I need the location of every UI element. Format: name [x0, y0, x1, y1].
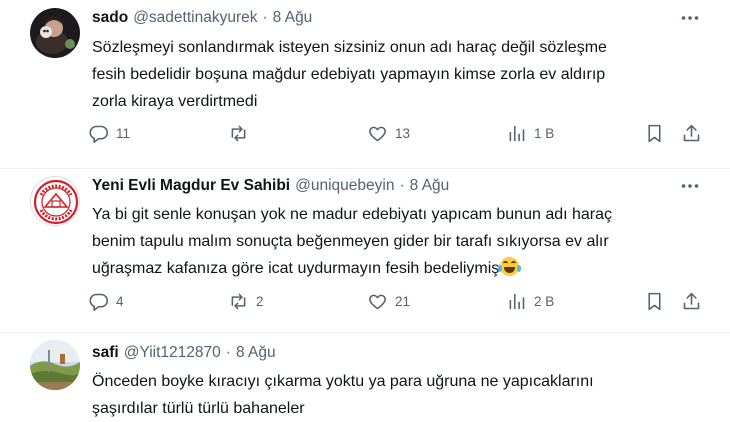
more-dots-icon: [681, 16, 699, 20]
bookmark-icon: [648, 292, 661, 310]
tweet-text-line: uğraşmaz kafanıza göre icat uydurmayın f…: [92, 255, 712, 282]
author-name[interactable]: sado: [92, 9, 128, 27]
reply-count: 11: [116, 125, 131, 141]
author-handle[interactable]: @sadettinakyurek: [133, 9, 257, 27]
reply-count: 4: [116, 293, 124, 309]
tweet[interactable]: Yeni Evli Magdur Ev Sahibi @uniquebeyin …: [0, 169, 730, 330]
repost-button[interactable]: [228, 118, 256, 148]
separator-dot: ·: [262, 9, 268, 26]
views-count: 2 B: [534, 293, 555, 309]
tweet-timestamp[interactable]: 8 Ağu: [236, 344, 276, 362]
tweet-actions: 4 2 21 2 B: [88, 286, 718, 316]
like-count: 13: [395, 125, 411, 141]
share-button[interactable]: [681, 118, 702, 148]
like-button[interactable]: 13: [367, 118, 410, 148]
heart-icon: [369, 126, 386, 141]
author-handle[interactable]: @Yiit1212870: [124, 344, 221, 362]
reply-icon: [89, 125, 109, 143]
reply-button[interactable]: 4: [88, 286, 124, 316]
tweet[interactable]: sado @sadettinakyurek · 8 Ağu Sözleşmeyi…: [0, 0, 730, 170]
bookmark-icon: [648, 124, 661, 142]
share-icon: [683, 292, 700, 309]
tweet-text-line: fesih bedelidir boşuna mağdur edebiyatı …: [92, 66, 606, 83]
share-button[interactable]: [681, 286, 702, 316]
bookmark-button[interactable]: [644, 286, 665, 316]
reply-icon: [89, 293, 109, 311]
reply-button[interactable]: 11: [88, 118, 130, 148]
tweet-timestamp[interactable]: 8 Ağu: [410, 177, 450, 195]
laughing-tears-emoji: [498, 257, 522, 276]
views-count: 1 B: [534, 125, 555, 141]
views-button[interactable]: 2 B: [506, 286, 554, 316]
tweet-text: Ya bi git senle konuşan yok ne madur ede…: [92, 201, 712, 282]
tweet-text: Önceden boyke kıracıyı çıkarma yoktu ya …: [92, 368, 712, 422]
author-handle[interactable]: @uniquebeyin: [295, 177, 394, 195]
tweet-text-line: Ya bi git senle konuşan yok ne madur ede…: [92, 206, 613, 223]
repost-count: 2: [256, 293, 264, 309]
more-dots-icon: [681, 184, 699, 188]
separator-dot: ·: [225, 344, 231, 361]
views-icon: [509, 125, 525, 141]
more-options-button[interactable]: [676, 6, 704, 30]
repost-icon: [231, 293, 246, 309]
tweet-text-line: zorla kiraya verdirtmedi: [92, 93, 258, 110]
tweet-text-line: Sözleşmeyi sonlandırmak isteyen sizsiniz…: [92, 39, 607, 56]
more-options-button[interactable]: [676, 174, 704, 198]
tweet[interactable]: safi @Yiit1212870 · 8 Ağu Önceden boyke …: [0, 333, 730, 420]
tweet-text-line: şaşırdılar türlü türlü bahaneler: [92, 400, 305, 417]
tweet-text-line: benim tapulu malım sonuçta beğenmeyen gi…: [92, 233, 609, 250]
views-icon: [509, 293, 525, 309]
like-button[interactable]: 21: [367, 286, 410, 316]
tweet-actions: 11 13 1 B: [88, 118, 718, 148]
bookmark-button[interactable]: [644, 118, 665, 148]
repost-button[interactable]: 2: [228, 286, 264, 316]
share-icon: [683, 124, 700, 141]
avatar[interactable]: [30, 176, 80, 226]
tweet-text-line: Önceden boyke kıracıyı çıkarma yoktu ya …: [92, 373, 594, 390]
repost-icon: [231, 125, 246, 141]
author-name[interactable]: safi: [92, 344, 119, 362]
like-count: 21: [395, 293, 411, 309]
tweet-text: Sözleşmeyi sonlandırmak isteyen sizsiniz…: [92, 34, 712, 115]
avatar[interactable]: [30, 340, 80, 390]
tweet-text-line-content: uğraşmaz kafanıza göre icat uydurmayın f…: [92, 260, 500, 277]
views-button[interactable]: 1 B: [506, 118, 554, 148]
heart-icon: [369, 294, 386, 309]
tweet-timestamp[interactable]: 8 Ağu: [273, 9, 313, 27]
author-name[interactable]: Yeni Evli Magdur Ev Sahibi: [92, 177, 290, 195]
separator-dot: ·: [399, 177, 405, 194]
avatar[interactable]: [30, 8, 80, 58]
